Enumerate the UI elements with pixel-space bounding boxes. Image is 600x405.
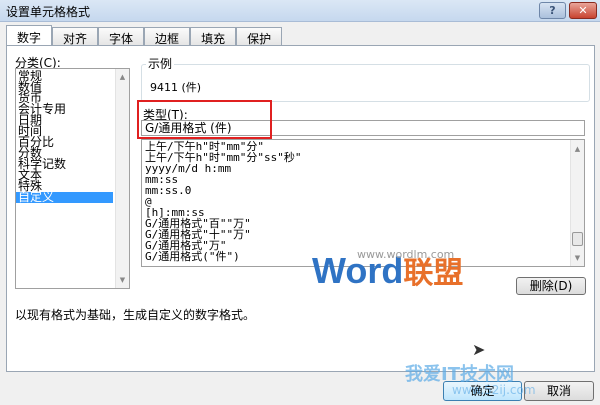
number-panel: 分类(C): 常规 数值 货币 会计专用 日期 时间 百分比 分数 科学记数 文…: [6, 45, 595, 372]
tab-number[interactable]: 数字: [6, 25, 53, 46]
tab-alignment[interactable]: 对齐: [52, 27, 99, 46]
sample-label: 示例: [146, 55, 175, 72]
scroll-thumb[interactable]: [572, 232, 583, 246]
help-button[interactable]: ?: [539, 2, 566, 19]
format-list[interactable]: 上午/下午h"时"mm"分" 上午/下午h"时"mm"分"ss"秒" yyyy/…: [141, 139, 585, 267]
tab-font[interactable]: 字体: [98, 27, 145, 46]
highlight-box: [137, 100, 272, 139]
scroll-up-icon[interactable]: ▲: [116, 73, 129, 81]
scroll-up-icon[interactable]: ▲: [571, 145, 584, 153]
cancel-button[interactable]: 取消: [524, 381, 594, 401]
tab-protection[interactable]: 保护: [236, 27, 283, 46]
sample-group: 示例 9411 (件): [141, 55, 590, 102]
category-item-selected[interactable]: 自定义: [16, 191, 113, 203]
tab-border[interactable]: 边框: [144, 27, 191, 46]
scroll-down-icon[interactable]: ▼: [571, 254, 584, 262]
category-scrollbar[interactable]: ▲ ▼: [115, 69, 129, 288]
close-button[interactable]: ✕: [569, 2, 597, 19]
tab-bar: 数字 对齐 字体 边框 填充 保护: [6, 25, 283, 46]
format-scrollbar[interactable]: ▲ ▼: [570, 140, 584, 266]
format-item[interactable]: yyyy/m/d h:mm: [142, 163, 584, 174]
format-item[interactable]: mm:ss: [142, 174, 584, 185]
title-bar: 设置单元格格式 ? ✕: [0, 0, 600, 22]
category-list[interactable]: 常规 数值 货币 会计专用 日期 时间 百分比 分数 科学记数 文本 特殊 自定…: [15, 68, 130, 289]
window-title: 设置单元格格式: [6, 5, 91, 19]
format-item[interactable]: G/通用格式("件"): [142, 251, 584, 262]
tab-fill[interactable]: 填充: [190, 27, 237, 46]
sample-value: 9411 (件): [150, 81, 202, 94]
scroll-down-icon[interactable]: ▼: [116, 276, 129, 284]
description-text: 以现有格式为基础，生成自定义的数字格式。: [15, 308, 256, 322]
format-item[interactable]: @: [142, 196, 584, 207]
format-item[interactable]: mm:ss.0: [142, 185, 584, 196]
ok-button[interactable]: 确定: [443, 381, 522, 401]
delete-button[interactable]: 删除(D): [516, 277, 586, 295]
